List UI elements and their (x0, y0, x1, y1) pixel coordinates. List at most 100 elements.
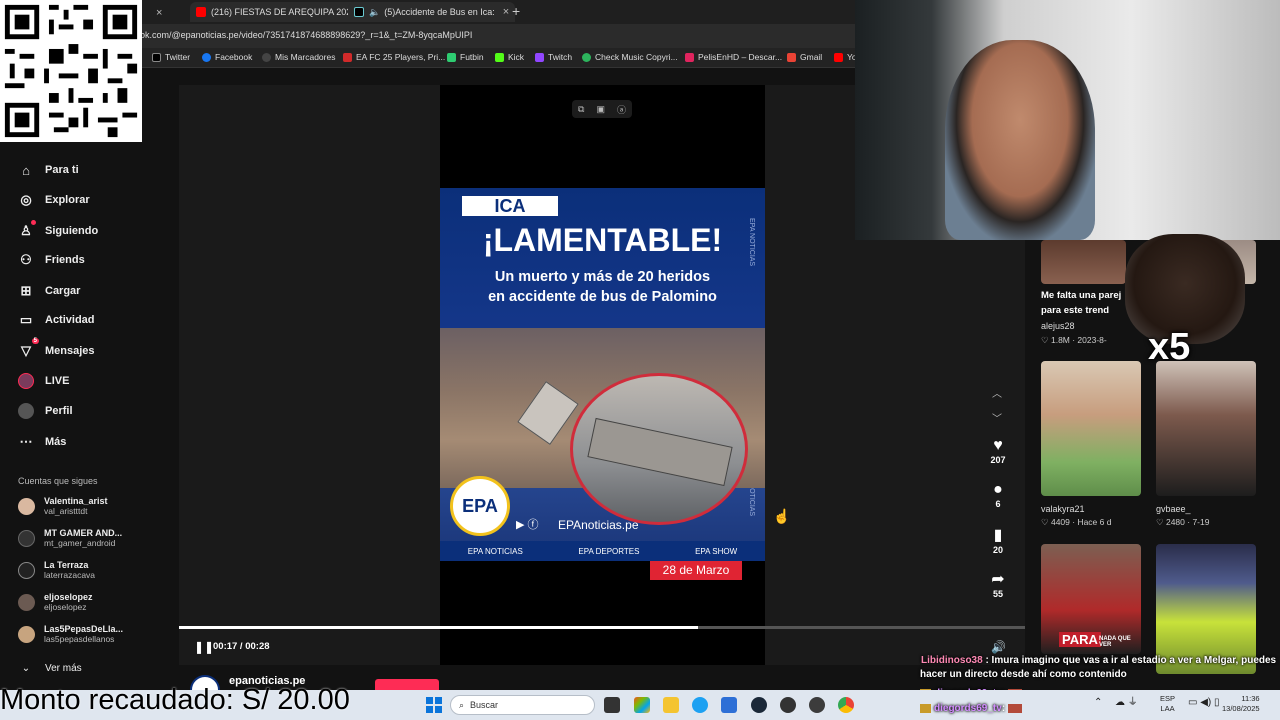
bookmark-twitch[interactable]: Twitch (535, 52, 572, 62)
obs-icon[interactable] (780, 697, 796, 713)
video-progress-bar[interactable] (179, 626, 1025, 629)
edge-icon[interactable] (692, 697, 708, 713)
sidebar-item-live[interactable]: LIVE (18, 373, 69, 389)
sidebar-item-mensajes[interactable]: ▽ 5 Mensajes (18, 338, 95, 359)
video-meta: ♡ 1.8M · 2023-8- (1041, 335, 1107, 345)
sidebar-item-label: Para ti (45, 164, 79, 176)
sidebar-item-actividad[interactable]: ▭ Actividad (18, 312, 95, 328)
bookmark-button[interactable]: ▮ 20 (984, 525, 1012, 555)
sidebar-item-friends[interactable]: ⚇ Friends (18, 252, 85, 268)
steam-icon[interactable] (751, 697, 767, 713)
tab-tiktok[interactable]: 🔈 (5)Accidente de Bus en Ica: × (348, 2, 516, 22)
chevron-down-icon[interactable]: ﹀ (992, 410, 1002, 425)
xbox-icon[interactable] (809, 697, 825, 713)
following-icon: ♙ (18, 220, 36, 239)
video-top-controls: ⧉ ▣ ⓐ (572, 100, 632, 118)
clock[interactable]: 11:36 13/08/2025 (1222, 694, 1260, 714)
tab-previous[interactable]: × (142, 3, 168, 23)
account-name: La Terraza (44, 560, 89, 570)
pause-icon[interactable]: ❚❚ (194, 640, 214, 654)
bookmark-futbin[interactable]: Futbin (447, 52, 484, 62)
bookmark-mis-marcadores[interactable]: Mis Marcadores (262, 52, 335, 62)
bookmark-ea-fc[interactable]: EA FC 25 Players, Pri... (343, 52, 445, 62)
video-thumbnail[interactable]: PARA NADA QUE VER (1041, 544, 1141, 654)
store-icon[interactable] (721, 697, 737, 713)
copilot-icon[interactable] (634, 697, 650, 713)
bookmark-label: Facebook (215, 52, 253, 62)
see-more-label: Ver más (45, 662, 82, 674)
profile-icon (18, 403, 34, 419)
new-tab-button[interactable]: + (512, 3, 520, 19)
pip-icon[interactable]: ⧉ (578, 104, 584, 115)
followed-account[interactable]: Las5PepasDeLla... las5pepasdellanos (18, 624, 123, 644)
volume-icon[interactable]: 🔊 (991, 640, 1006, 654)
sidebar-item-label: Perfil (45, 405, 73, 417)
tab-close-icon[interactable]: × (156, 7, 162, 19)
followed-account[interactable]: Valentina_arist val_aristttdt (18, 496, 108, 516)
tray-chevron-icon[interactable]: ⌃ (1094, 698, 1102, 708)
followed-account[interactable]: eljoselopez eljoselopez (18, 592, 93, 612)
network-volume-icons[interactable]: ▭ ◀) ▯ (1188, 698, 1220, 708)
account-handle: laterrazacava (44, 570, 96, 580)
sidebar-item-siguiendo[interactable]: ♙ Siguiendo (18, 220, 98, 239)
video-user: gvbaee_ (1156, 504, 1191, 514)
sidebar-item-para-ti[interactable]: ⌂ Para ti (18, 162, 79, 178)
sidebar-item-explorar[interactable]: ◎ Explorar (18, 192, 89, 208)
video-meta: ♡ 4409 · Hace 6 d (1041, 517, 1112, 527)
chevron-up-icon[interactable]: ︿ (992, 385, 1002, 400)
followed-account[interactable]: La Terraza laterrazacava (18, 560, 95, 580)
tab-close-icon[interactable]: × (503, 6, 509, 18)
clock-time: 11:36 (1241, 694, 1260, 703)
task-view-icon[interactable] (604, 697, 620, 713)
bookmark-label: Gmail (800, 52, 823, 62)
sidebar-item-perfil[interactable]: Perfil (18, 403, 73, 419)
account-handle: val_aristttdt (44, 506, 88, 516)
windows-start-icon[interactable] (426, 697, 442, 713)
sidebar-item-label: Más (45, 436, 67, 448)
bookmark-facebook[interactable]: Facebook (202, 52, 252, 62)
bookmark-twitter[interactable]: Twitter (152, 52, 190, 62)
bookmark-icon: ▮ (993, 527, 1003, 544)
like-button[interactable]: ♥ 207 (984, 437, 1012, 465)
x-icon (152, 52, 161, 62)
tray-icons[interactable]: ☁ ⏚ (1115, 698, 1138, 708)
news-tab: EPA SHOW (695, 546, 738, 556)
mini-player-icon[interactable]: ▣ (596, 104, 605, 115)
like-count: 207 (990, 455, 1006, 465)
bookmark-label: Check Music Copyri... (595, 52, 678, 62)
epa-logo: EPA (450, 476, 510, 536)
video-thumbnail[interactable] (1041, 361, 1141, 496)
account-name: eljoselopez (44, 592, 93, 602)
caption-icon[interactable]: ⓐ (617, 103, 626, 116)
news-bottom-bar: EPA NOTICIAS EPA DEPORTES EPA SHOW (440, 541, 765, 561)
see-more-button[interactable]: ⌄ Ver más (18, 660, 82, 676)
bookmark-kick[interactable]: Kick (495, 52, 524, 62)
news-headline: ¡LAMENTABLE! (482, 222, 723, 258)
share-button[interactable]: ➦ 55 (984, 569, 1012, 599)
bookmark-check-music[interactable]: Check Music Copyri... (582, 52, 678, 62)
chrome-icon[interactable] (838, 697, 854, 713)
taskbar-search[interactable]: ⌕ Buscar (450, 695, 595, 715)
url-text[interactable]: ok.com/@epanoticias.pe/video/73517418746… (140, 30, 472, 40)
windows-logo (426, 697, 442, 713)
bookmark-count: 20 (992, 545, 1003, 555)
bookmark-gmail[interactable]: Gmail (787, 52, 822, 62)
chat-message-cont: hacer un directo desde ahí como contenid… (920, 669, 1127, 680)
video-thumbnail[interactable] (1041, 240, 1126, 284)
bookmark-pelisenhd[interactable]: PelisEnHD – Descar... (685, 52, 782, 62)
news-site: EPAnoticias.pe (558, 518, 639, 532)
bookmark-youtube[interactable]: Yo (834, 52, 857, 62)
sidebar-item-cargar[interactable]: ⊞ Cargar (18, 283, 81, 299)
news-subline: en accidente de bus de Palomino (488, 289, 717, 305)
bookmark-label: EA FC 25 Players, Pri... (356, 52, 446, 62)
video-thumbnail[interactable] (1156, 361, 1256, 496)
file-explorer-icon[interactable] (663, 697, 679, 713)
share-icon: ➦ (991, 571, 1005, 588)
thumb-text: NADA QUE VER (1099, 636, 1131, 648)
sidebar-item-mas[interactable]: ⋯ Más (18, 434, 67, 450)
comment-button[interactable]: ● 6 (984, 481, 1012, 509)
language-indicator[interactable]: ESP LAA (1160, 694, 1175, 714)
compass-icon: ◎ (20, 192, 32, 207)
followed-account[interactable]: MT GAMER AND... mt_gamer_android (18, 528, 122, 548)
chevron-down-icon: ⌄ (21, 662, 31, 674)
